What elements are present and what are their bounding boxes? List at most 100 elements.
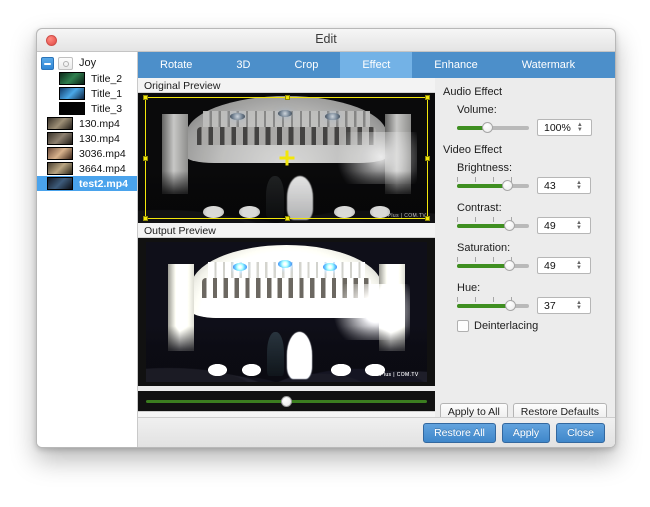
hue-slider[interactable] <box>457 304 529 308</box>
saturation-ticks <box>457 257 529 262</box>
tab-watermark[interactable]: Watermark <box>500 52 597 78</box>
saturation-label: Saturation: <box>457 242 607 254</box>
collapse-icon[interactable] <box>41 57 54 70</box>
scene-bouquet <box>203 206 224 218</box>
sidebar-item-label: 3664.mp4 <box>79 163 126 175</box>
sidebar-item-3664-mp4[interactable]: 3664.mp4 <box>37 161 137 176</box>
sidebar-item-130-mp4[interactable]: 130.mp4 <box>37 131 137 146</box>
sidebar-item-title-2[interactable]: Title_2 <box>37 71 137 86</box>
window-body: Joy Title_2 Title_1 Title_3 130.mp4 130.mp4 3… <box>37 52 615 447</box>
brightness-slider[interactable] <box>457 184 529 188</box>
original-preview[interactable]: Plus | COM.TV <box>138 93 435 223</box>
thumbnail-icon <box>59 102 85 115</box>
tab-3d[interactable]: 3D <box>214 52 272 78</box>
restore-all-button[interactable]: Restore All <box>423 423 496 443</box>
brightness-row: Brightness: 43 ▲▼ <box>457 162 607 194</box>
hue-row: Hue: 37 ▲▼ <box>457 282 607 314</box>
video-effect-heading: Video Effect <box>443 144 607 156</box>
dialog-footer: Restore All Apply Close <box>138 417 615 447</box>
brightness-label: Brightness: <box>457 162 607 174</box>
sidebar-item-label: 130.mp4 <box>79 118 120 130</box>
saturation-slider-fill <box>457 264 509 268</box>
contrast-row: Contrast: 49 ▲▼ <box>457 202 607 234</box>
project-icon <box>58 57 73 70</box>
sidebar-item-label: 3036.mp4 <box>79 148 126 160</box>
window-titlebar: Edit <box>37 29 615 52</box>
sidebar-item-3036-mp4[interactable]: 3036.mp4 <box>37 146 137 161</box>
scene-lamp <box>278 260 292 268</box>
contrast-label: Contrast: <box>457 202 607 214</box>
sidebar-item-title-3[interactable]: Title_3 <box>37 101 137 116</box>
hue-stepper-arrows[interactable]: ▲▼ <box>576 301 590 311</box>
saturation-slider[interactable] <box>457 264 529 268</box>
volume-slider[interactable] <box>457 126 529 130</box>
saturation-row: Saturation: 49 ▲▼ <box>457 242 607 274</box>
volume-slider-knob[interactable] <box>482 122 493 133</box>
deinterlacing-label: Deinterlacing <box>474 320 538 332</box>
scene-lamp <box>325 113 340 120</box>
scene-bride <box>287 176 314 220</box>
sidebar-root-label: Joy <box>79 57 96 69</box>
original-video-frame: Plus | COM.TV <box>138 93 435 223</box>
apply-button[interactable]: Apply <box>502 423 550 443</box>
sidebar-item-label: test2.mp4 <box>79 178 128 190</box>
contrast-stepper[interactable]: 49 ▲▼ <box>537 217 591 234</box>
hue-value: 37 <box>538 300 576 312</box>
brightness-ticks <box>457 177 529 182</box>
thumbnail-icon <box>47 117 73 130</box>
deinterlacing-row[interactable]: Deinterlacing <box>457 320 607 332</box>
volume-label: Volume: <box>457 104 607 116</box>
contrast-stepper-arrows[interactable]: ▲▼ <box>576 221 590 231</box>
audio-effect-heading: Audio Effect <box>443 86 607 98</box>
saturation-value: 49 <box>538 260 576 272</box>
saturation-slider-knob[interactable] <box>504 260 515 271</box>
volume-row: Volume: 100% ▲▼ <box>457 104 607 136</box>
volume-stepper[interactable]: 100% ▲▼ <box>537 119 592 136</box>
contrast-slider[interactable] <box>457 224 529 228</box>
media-sidebar[interactable]: Joy Title_2 Title_1 Title_3 130.mp4 130.mp4 3… <box>37 52 138 447</box>
brightness-stepper-arrows[interactable]: ▲▼ <box>576 181 590 191</box>
output-preview[interactable]: Plus | COM.TV <box>138 238 435 386</box>
saturation-stepper[interactable]: 49 ▲▼ <box>537 257 591 274</box>
sidebar-item-label: 130.mp4 <box>79 133 120 145</box>
saturation-stepper-arrows[interactable]: ▲▼ <box>576 261 590 271</box>
sidebar-item-title-1[interactable]: Title_1 <box>37 86 137 101</box>
scene-lamp <box>230 113 245 120</box>
sidebar-item-label: Title_1 <box>91 88 122 100</box>
thumbnail-icon <box>47 177 73 190</box>
seek-bar[interactable] <box>138 391 435 411</box>
contrast-slider-knob[interactable] <box>504 220 515 231</box>
hue-slider-knob[interactable] <box>505 300 516 311</box>
scene-lamp <box>323 263 337 271</box>
scene-groom <box>266 176 284 218</box>
tabbar[interactable]: Rotate3DCropEffectEnhanceWatermark <box>138 52 615 78</box>
volume-value: 100% <box>538 122 577 134</box>
volume-stepper-arrows[interactable]: ▲▼ <box>577 123 591 133</box>
sidebar-item-test2-mp4[interactable]: test2.mp4 <box>37 176 137 191</box>
tab-enhance[interactable]: Enhance <box>412 52 499 78</box>
sidebar-item-label: Title_3 <box>91 103 122 115</box>
thumbnail-icon <box>59 87 85 100</box>
edit-window: Edit Joy Title_2 Title_1 Title_3 130.mp4 130… <box>36 28 616 448</box>
sidebar-item-130-mp4[interactable]: 130.mp4 <box>37 116 137 131</box>
seek-knob[interactable] <box>281 396 292 407</box>
sidebar-root-row[interactable]: Joy <box>37 52 137 71</box>
close-button[interactable]: Close <box>556 423 605 443</box>
seek-track[interactable] <box>146 400 427 403</box>
brightness-slider-knob[interactable] <box>502 180 513 191</box>
thumbnail-icon <box>47 147 73 160</box>
contrast-ticks <box>457 217 529 222</box>
brightness-stepper[interactable]: 43 ▲▼ <box>537 177 591 194</box>
sidebar-item-label: Title_2 <box>91 73 122 85</box>
output-preview-label: Output Preview <box>138 223 435 238</box>
tab-rotate[interactable]: Rotate <box>138 52 214 78</box>
tab-crop[interactable]: Crop <box>272 52 340 78</box>
deinterlacing-checkbox[interactable] <box>457 320 469 332</box>
brightness-slider-fill <box>457 184 507 188</box>
thumbnail-icon <box>47 162 73 175</box>
hue-stepper[interactable]: 37 ▲▼ <box>537 297 591 314</box>
brightness-value: 43 <box>538 180 576 192</box>
video-watermark: Plus | COM.TV <box>388 213 426 219</box>
tab-effect[interactable]: Effect <box>340 52 412 78</box>
scene-groom <box>267 332 284 377</box>
